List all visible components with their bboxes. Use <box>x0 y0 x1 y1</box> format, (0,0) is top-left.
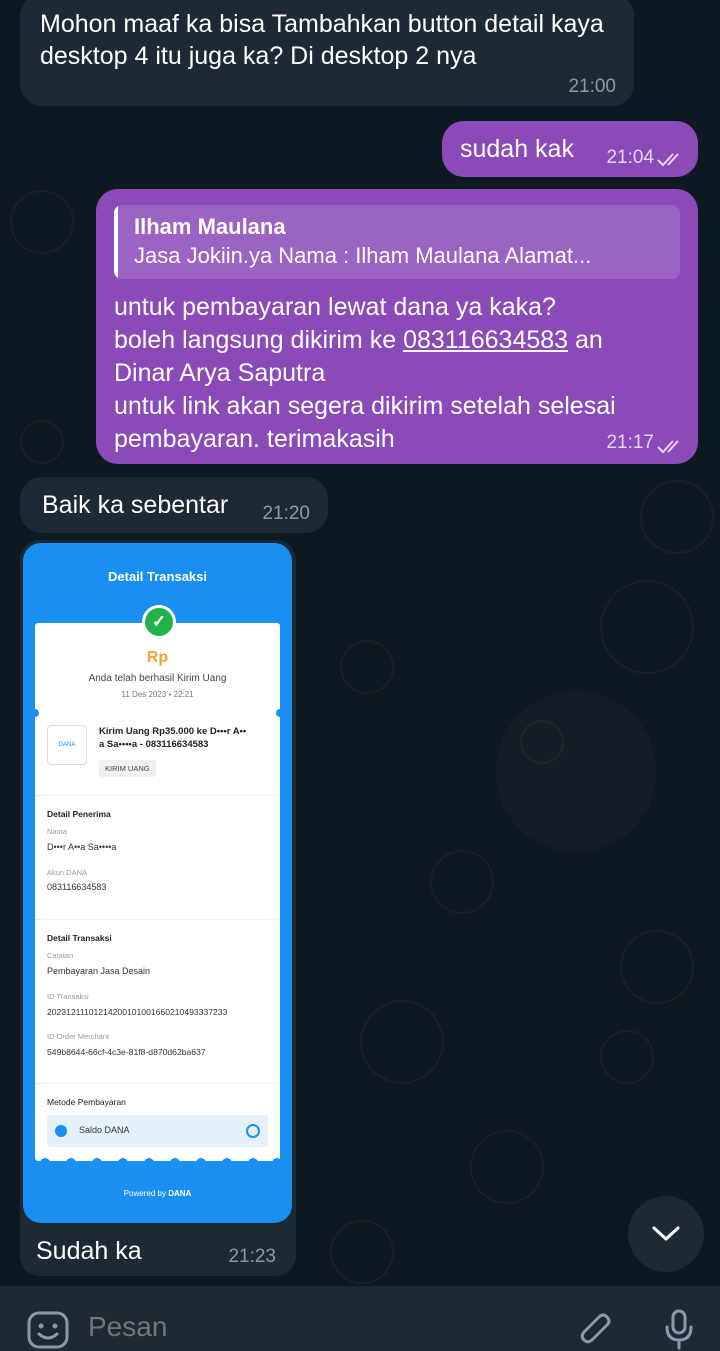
divider <box>35 919 280 920</box>
receipt-success-text: Anda telah berhasil Kirim Uang <box>88 673 227 684</box>
scroll-down-button[interactable] <box>628 1196 704 1272</box>
message-fragment: an <box>568 326 603 354</box>
incoming-message[interactable]: Baik ka sebentar 21:20 <box>20 477 328 533</box>
receipt-card: Rp Anda telah berhasil Kirim Uang 11 Des… <box>31 623 284 1161</box>
divider <box>35 795 280 796</box>
receipt-transfer-line: Kirim Uang Rp35.000 ke D•••r A•• <box>99 726 247 737</box>
double-check-icon <box>657 153 679 167</box>
receipt-method-value: Saldo DANA <box>79 1125 130 1135</box>
receipt-tag: KIRIM UANG <box>99 760 156 777</box>
reply-author: Ilham Maulana <box>134 214 286 239</box>
receipt-payment-method: Saldo DANA <box>47 1115 268 1147</box>
receipt-transfer-desc: Kirim Uang Rp35.000 ke D•••r A•• a Sa•••… <box>99 725 274 751</box>
receipt-method-header: Metode Pembayaran <box>47 1097 126 1107</box>
receipt-recipient-header: Detail Penerima <box>47 809 111 819</box>
dana-logo: DANA <box>47 725 87 765</box>
message-text: untuk pembayaran lewat dana ya kaka? bol… <box>114 291 680 456</box>
receipt-title: Detail Transaksi <box>108 569 207 584</box>
emoji-icon[interactable] <box>26 1310 70 1350</box>
success-check-icon: ✓ <box>142 605 176 639</box>
divider <box>35 1083 280 1084</box>
photo-caption: Sudah ka <box>36 1237 142 1265</box>
message-time: 21:17 <box>606 432 654 453</box>
double-check-icon <box>657 440 679 454</box>
receipt-notch <box>31 709 39 717</box>
reply-snippet: Jasa Jokiin.ya Nama : Ilham Maulana Alam… <box>134 243 592 268</box>
receipt-order-value: 549b8644-66cf-4c3e-81f8-d870d62ba637 <box>47 1047 206 1057</box>
message-time: 21:00 <box>568 76 616 97</box>
powered-by-brand: DANA <box>168 1189 192 1198</box>
receipt-txid-label: ID Transaksi <box>47 992 89 1001</box>
message-line: untuk pembayaran lewat dana ya kaka? <box>114 293 556 321</box>
receipt-account-value: 083116634583 <box>47 882 107 892</box>
message-text: Mohon maaf ka bisa Tambahkan button deta… <box>40 10 604 70</box>
microphone-icon[interactable] <box>664 1308 694 1350</box>
message-line: boleh langsung dikirim ke 083116634583 a… <box>114 324 680 357</box>
message-time: 21:23 <box>228 1246 276 1267</box>
message-line: pembayaran. terimakasih <box>114 425 395 453</box>
message-line: untuk link akan segera dikirim setelah s… <box>114 392 616 420</box>
message-input[interactable] <box>88 1311 528 1343</box>
wallet-icon <box>55 1125 67 1137</box>
receipt-note-label: Catatan <box>47 951 74 960</box>
message-time: 21:20 <box>262 503 310 524</box>
powered-by-text: Powered by <box>123 1189 166 1198</box>
receipt-powered-by: Powered by DANA <box>23 1189 292 1198</box>
message-line: Dinar Arya Saputra <box>114 359 326 387</box>
message-time: 21:04 <box>606 147 654 168</box>
receipt-image[interactable]: Detail Transaksi Rp Anda telah berhasil … <box>23 543 292 1223</box>
receipt-order-label: ID Order Merchant <box>47 1032 110 1041</box>
message-fragment: boleh langsung dikirim ke <box>114 326 404 354</box>
incoming-photo-message[interactable]: Detail Transaksi Rp Anda telah berhasil … <box>20 540 296 1276</box>
receipt-txid-value: 20231211101214200101001660210493337233 <box>47 1007 228 1017</box>
receipt-datetime: 11 Des 2023 • 22:21 <box>121 690 194 699</box>
receipt-transaction-header: Detail Transaksi <box>47 933 112 943</box>
incoming-message[interactable]: Mohon maaf ka bisa Tambahkan button deta… <box>20 0 634 106</box>
receipt-notch <box>276 709 284 717</box>
receipt-account-label: Akun DANA <box>47 868 88 877</box>
receipt-name-value: D•••r A••a Sa••••a <box>47 842 117 852</box>
outgoing-message[interactable]: sudah kak 21:04 <box>442 121 698 177</box>
reply-quote[interactable]: Ilham Maulana Jasa Jokiin.ya Nama : Ilha… <box>114 205 680 279</box>
check-icon <box>246 1124 260 1138</box>
receipt-note-value: Pembayaran Jasa Desain <box>47 966 151 976</box>
receipt-name-label: Nama <box>47 827 68 836</box>
receipt-amount: Rp <box>146 649 169 666</box>
outgoing-message[interactable]: Ilham Maulana Jasa Jokiin.ya Nama : Ilha… <box>96 189 698 464</box>
chevron-down-icon <box>652 1226 680 1241</box>
receipt-scallop-edge <box>40 1158 282 1165</box>
receipt-transfer-line: a Sa••••a - 083116634583 <box>99 739 209 750</box>
paperclip-icon[interactable] <box>576 1310 616 1350</box>
phone-link[interactable]: 083116634583 <box>403 326 568 354</box>
